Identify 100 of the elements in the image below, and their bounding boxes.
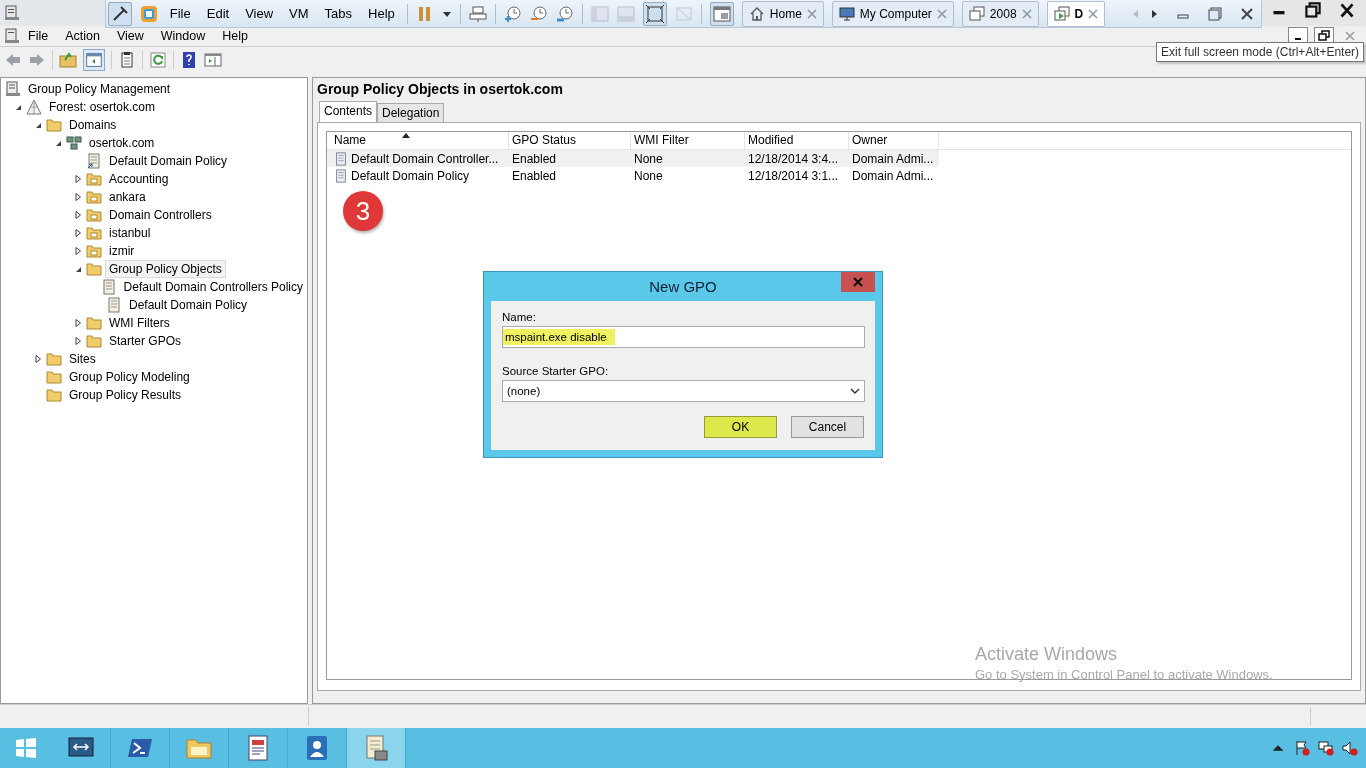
- folder-icon: [46, 117, 62, 133]
- tree-item[interactable]: Domain Controllers: [105, 206, 216, 224]
- field-label: Name:: [502, 311, 537, 325]
- tree-item[interactable]: Group Policy Results: [65, 386, 186, 404]
- menu-item[interactable]: View: [241, 6, 278, 21]
- tree-item[interactable]: ankara: [105, 188, 150, 206]
- tree-item[interactable]: Forest: osertok.com: [45, 98, 160, 116]
- menu-item[interactable]: View: [112, 29, 153, 43]
- send-keys-icon[interactable]: [468, 4, 487, 23]
- help-icon[interactable]: [180, 51, 198, 69]
- folder-icon: [86, 207, 102, 223]
- vm-tab[interactable]: D: [1046, 0, 1106, 27]
- menu-item[interactable]: Window: [156, 29, 215, 43]
- document-icon: [86, 153, 102, 169]
- menu-item[interactable]: File: [165, 6, 195, 21]
- triangle-icon: [26, 99, 42, 115]
- thumbnail-icon[interactable]: [616, 4, 635, 23]
- tree-item[interactable]: Default Domain Policy: [105, 152, 232, 170]
- console-icon[interactable]: [4, 28, 20, 44]
- console-icon[interactable]: [4, 5, 20, 21]
- folder-icon: [86, 189, 102, 205]
- flag-icon[interactable]: [1294, 740, 1310, 756]
- clock-back-icon[interactable]: [529, 4, 548, 23]
- chevron-down-icon: [850, 388, 860, 394]
- tree-item[interactable]: Default Domain Controllers Policy: [119, 278, 307, 296]
- vm-tab[interactable]: Home: [741, 0, 824, 27]
- menu-item[interactable]: Tabs: [320, 6, 357, 21]
- up-folder-icon[interactable]: [59, 51, 77, 69]
- panel-title: Group Policy Objects in osertok.com: [317, 81, 564, 99]
- vm-tab[interactable]: My Computer: [831, 0, 954, 27]
- tab[interactable]: Delegation: [377, 103, 445, 122]
- tree-item[interactable]: osertok.com: [85, 134, 159, 152]
- tree-item[interactable]: Default Domain Policy: [125, 296, 252, 314]
- action-pane-icon[interactable]: [204, 51, 222, 69]
- vm-running-icon: [1053, 5, 1070, 22]
- collapsed-arrow-icon[interactable]: [73, 318, 83, 328]
- table-cell: Default Domain Policy: [351, 168, 470, 183]
- name-field[interactable]: mspaint.exe disable: [502, 326, 865, 348]
- folder-icon: [86, 261, 102, 277]
- tree-item[interactable]: WMI Filters: [105, 314, 174, 332]
- table-cell: Enabled: [512, 151, 557, 166]
- close-icon[interactable]: [1239, 5, 1256, 22]
- tab[interactable]: Contents: [319, 101, 378, 122]
- table-row[interactable]: Default Domain Controller... Enabled None 12/18/2014 3:4... Domain Admi...: [327, 150, 939, 167]
- menu-item[interactable]: VM: [285, 6, 313, 21]
- column-header[interactable]: WMI Filter: [631, 132, 745, 149]
- collapsed-arrow-icon[interactable]: [73, 246, 83, 256]
- tree-item[interactable]: istanbul: [105, 224, 155, 242]
- collapsed-arrow-icon[interactable]: [73, 174, 83, 184]
- table-cell: None: [634, 151, 663, 166]
- tree-toggle-icon[interactable]: [83, 49, 105, 71]
- vm-tab[interactable]: 2008: [961, 0, 1039, 27]
- collapsed-arrow-icon[interactable]: [73, 210, 83, 220]
- tree-item[interactable]: Accounting: [105, 170, 173, 188]
- tree-item[interactable]: izmir: [105, 242, 139, 260]
- folder-icon: [46, 351, 62, 367]
- tree-item[interactable]: Sites: [65, 350, 100, 368]
- collapsed-arrow-icon[interactable]: [33, 354, 43, 364]
- table-row[interactable]: Default Domain Policy Enabled None 12/18/2014 3:1... Domain Admi...: [327, 167, 939, 184]
- column-header[interactable]: GPO Status: [509, 132, 631, 149]
- activation-title: Activate Windows: [975, 644, 1119, 665]
- network-icon[interactable]: [1318, 740, 1334, 756]
- clipboard-icon[interactable]: [118, 51, 136, 69]
- speaker-icon[interactable]: [1342, 740, 1358, 756]
- server-icon: [5, 81, 21, 97]
- tree-item[interactable]: Domains: [65, 116, 121, 134]
- menu-item[interactable]: Action: [61, 29, 109, 43]
- collapsed-arrow-icon[interactable]: [73, 192, 83, 202]
- home-icon: [748, 5, 765, 22]
- tree-item[interactable]: Group Policy Management: [24, 80, 175, 98]
- starter-gpo-dropdown[interactable]: (none): [502, 380, 865, 402]
- policy-icon[interactable]: [347, 728, 406, 768]
- column-header[interactable]: Owner: [849, 132, 939, 149]
- dialog-button[interactable]: Cancel: [791, 416, 864, 438]
- tree-item[interactable]: Group Policy Modeling: [65, 368, 194, 386]
- vm-logo-icon[interactable]: [139, 4, 158, 23]
- tree-item[interactable]: Starter GPOs: [105, 332, 186, 350]
- folder-icon: [86, 333, 102, 349]
- folder-icon: [86, 171, 102, 187]
- fullscreen-icon[interactable]: [642, 1, 667, 26]
- dialog-title: New GPO: [649, 278, 717, 295]
- table-cell: 12/18/2014 3:1...: [748, 168, 839, 183]
- menu-item[interactable]: Edit: [202, 6, 234, 21]
- monitor-icon: [838, 5, 855, 22]
- console-view-icon[interactable]: [709, 1, 734, 26]
- refresh-icon[interactable]: [149, 51, 167, 69]
- tree-item[interactable]: Group Policy Objects: [105, 260, 226, 278]
- column-header[interactable]: Modified: [745, 132, 849, 149]
- column-header[interactable]: Name: [331, 132, 509, 149]
- folder-icon: [46, 387, 62, 403]
- folder-icon: [86, 243, 102, 259]
- collapsed-arrow-icon[interactable]: [73, 336, 83, 346]
- dialog-button[interactable]: OK: [704, 416, 777, 438]
- activation-text: Go to System in Control Panel to activate Windows.: [975, 667, 1273, 682]
- collapsed-arrow-icon[interactable]: [73, 228, 83, 238]
- close-button[interactable]: [841, 272, 875, 292]
- menu-item[interactable]: Help: [218, 29, 257, 43]
- menu-item[interactable]: Help: [364, 6, 399, 21]
- menu-item[interactable]: File: [24, 29, 58, 43]
- clock-plus-icon[interactable]: [503, 4, 522, 23]
